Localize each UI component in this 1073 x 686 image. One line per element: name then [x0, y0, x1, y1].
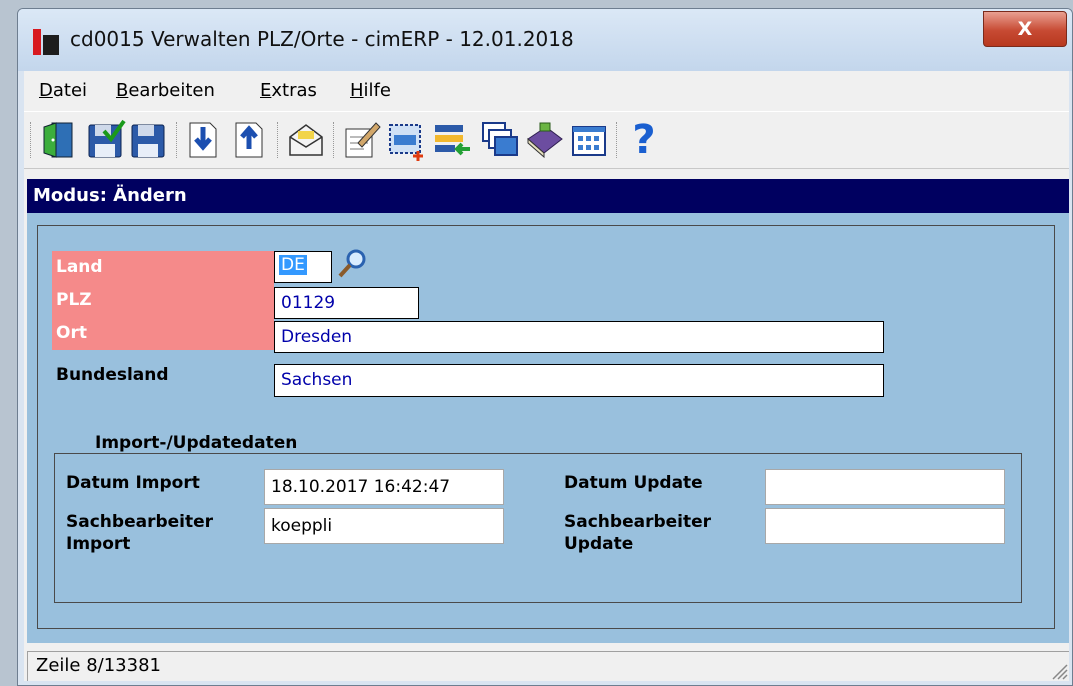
land-label: Land [52, 251, 274, 284]
import-update-title: Import-/Updatedaten [87, 433, 306, 453]
grid-table-icon[interactable] [569, 119, 609, 161]
search-magnifier-icon[interactable] [335, 247, 369, 281]
menu-bearbeiten[interactable]: Bearbeiten [116, 80, 215, 101]
sachbearbeiter-update-field[interactable] [765, 508, 1005, 544]
app-window: cd0015 Verwalten PLZ/Orte - cimERP - 12.… [17, 8, 1073, 686]
move-down-icon[interactable] [184, 119, 224, 161]
menu-extras[interactable]: Extras [260, 80, 317, 101]
client-area: Datei Bearbeiten Extras Hilfe ? Modus: Ä… [24, 71, 1069, 681]
menu-bar: Datei Bearbeiten Extras Hilfe [24, 71, 1069, 111]
move-up-icon[interactable] [230, 119, 270, 161]
sachbearbeiter-import-field[interactable]: koeppli [264, 508, 504, 544]
toolbar-separator [616, 122, 620, 158]
mail-envelope-icon[interactable] [286, 119, 326, 161]
form-panel: Land DE PLZ 01129 Ort Dresden Bundesland… [27, 213, 1069, 643]
import-list-icon[interactable] [432, 119, 472, 161]
toolbar-separator [176, 122, 180, 158]
sachbearbeiter-import-label: Sachbearbeiter Import [66, 512, 214, 554]
bottom-strip [24, 643, 1069, 651]
plz-label: PLZ [52, 284, 274, 317]
mode-bar: Modus: Ändern [27, 179, 1069, 213]
datum-update-label: Datum Update [564, 473, 703, 493]
save-check-icon[interactable] [86, 119, 126, 161]
ort-label: Ort [52, 317, 274, 350]
toolbar-separator [30, 122, 34, 158]
window-title: cd0015 Verwalten PLZ/Orte - cimERP - 12.… [70, 27, 574, 51]
datum-import-label: Datum Import [66, 473, 200, 493]
save-icon[interactable] [129, 119, 169, 161]
status-bar: Zeile 8/13381 [27, 651, 1069, 681]
datum-update-field[interactable] [765, 469, 1005, 505]
resize-grip-icon[interactable] [1047, 659, 1069, 681]
windows-stack-icon[interactable] [479, 119, 519, 161]
menu-hilfe[interactable]: Hilfe [350, 80, 391, 101]
datum-import-field[interactable]: 18.10.2017 16:42:47 [264, 469, 504, 505]
book-icon[interactable] [524, 119, 564, 161]
help-icon[interactable]: ? [624, 119, 664, 161]
toolbar: ? [24, 111, 1069, 169]
title-bar[interactable]: cd0015 Verwalten PLZ/Orte - cimERP - 12.… [18, 9, 1072, 71]
ort-input[interactable]: Dresden [274, 321, 884, 353]
exit-door-icon[interactable] [38, 119, 78, 161]
sachbearbeiter-update-label: Sachbearbeiter Update [564, 512, 712, 554]
bundesland-input[interactable]: Sachsen [274, 364, 884, 397]
toolbar-separator [277, 122, 281, 158]
app-logo-icon [33, 29, 59, 55]
edit-document-icon[interactable] [342, 119, 382, 161]
menu-datei[interactable]: Datei [39, 80, 87, 101]
bundesland-label: Bundesland [56, 365, 169, 385]
close-button[interactable]: X [983, 11, 1067, 47]
toolbar-separator [333, 122, 337, 158]
plz-input[interactable]: 01129 [274, 287, 419, 319]
new-selection-icon[interactable] [386, 119, 426, 161]
land-input[interactable]: DE [274, 251, 332, 283]
